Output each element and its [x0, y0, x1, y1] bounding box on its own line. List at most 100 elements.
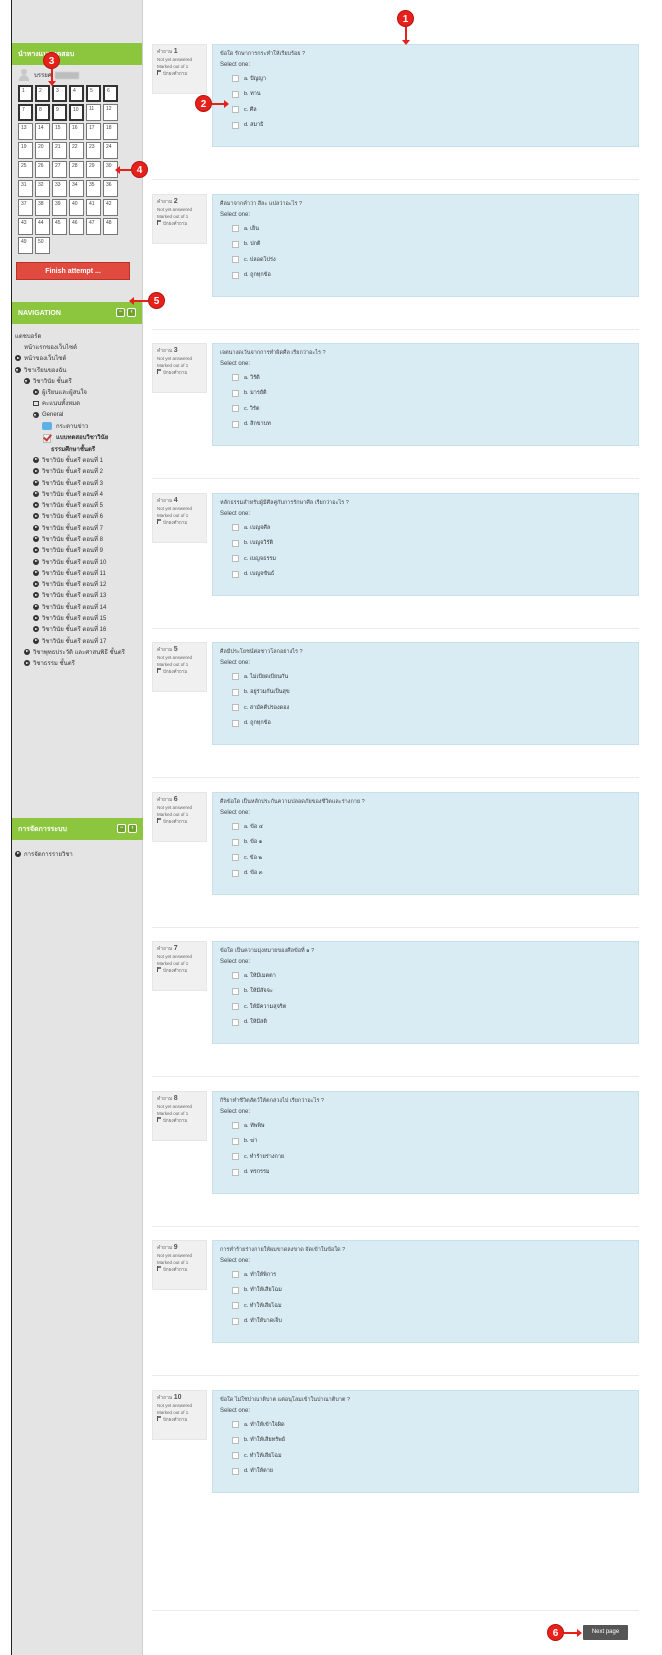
question-nav-button[interactable]: 32: [35, 180, 50, 197]
question-nav-button[interactable]: 5: [86, 85, 101, 102]
question-nav-button[interactable]: 9: [52, 104, 67, 121]
nav-item[interactable]: วิชาวินัย ชั้นตรี ตอนที่ 11: [15, 567, 142, 578]
answer-radio[interactable]: [232, 673, 239, 681]
answer-option[interactable]: a. ทัพพิษ: [220, 1118, 631, 1134]
answer-option[interactable]: d. ถูกทุกข้อ: [220, 268, 631, 284]
answer-radio[interactable]: [232, 1317, 239, 1325]
nav-item[interactable]: วิชาพุทธประวัติ และศาสนพิธี ชั้นตรี: [15, 646, 142, 657]
answer-radio[interactable]: [232, 374, 239, 382]
answer-option[interactable]: c. ทำร้ายร่างกาย: [220, 1149, 631, 1165]
answer-option[interactable]: b. เบญจวิรัติ: [220, 536, 631, 552]
nav-item[interactable]: วิชาวินัย ชั้นตรี ตอนที่ 15: [15, 612, 142, 623]
nav-item[interactable]: แบบทดสอบวิชาวินัย: [15, 432, 142, 444]
question-nav-button[interactable]: 29: [86, 161, 101, 178]
answer-radio[interactable]: [232, 121, 239, 129]
answer-radio[interactable]: [232, 1122, 239, 1130]
answer-radio[interactable]: [232, 1018, 239, 1026]
answer-option[interactable]: c. วิรัต: [220, 401, 631, 417]
question-nav-button[interactable]: 23: [86, 142, 101, 159]
question-nav-button[interactable]: 13: [18, 123, 33, 140]
answer-option[interactable]: b. ฆ่า: [220, 1134, 631, 1150]
answer-option[interactable]: d. สมาธิ: [220, 118, 631, 134]
answer-radio[interactable]: [232, 389, 239, 397]
nav-item[interactable]: วิชาวินัย ชั้นตรี ตอนที่ 6: [15, 511, 142, 522]
question-nav-button[interactable]: 48: [103, 218, 118, 235]
question-nav-button[interactable]: 4: [69, 85, 84, 102]
answer-radio[interactable]: [232, 539, 239, 547]
answer-option[interactable]: c. ให้มีความสุจริต: [220, 999, 631, 1015]
answer-option[interactable]: a. ปัญญา: [220, 71, 631, 87]
answer-option[interactable]: b. ทาน: [220, 87, 631, 103]
nav-item[interactable]: วิชาวินัย ชั้นตรี ตอนที่ 8: [15, 533, 142, 544]
answer-option[interactable]: d. ทำให้บาดเจ็บ: [220, 1314, 631, 1330]
nav-item[interactable]: วิชาวินัย ชั้นตรี ตอนที่ 4: [15, 488, 142, 499]
nav-item[interactable]: วิชาวินัย ชั้นตรี ตอนที่ 14: [15, 601, 142, 612]
question-nav-button[interactable]: 11: [86, 104, 101, 121]
answer-radio[interactable]: [232, 1286, 239, 1294]
answer-radio[interactable]: [232, 838, 239, 846]
question-nav-button[interactable]: 8: [35, 104, 50, 121]
nav-item[interactable]: ผู้เรียนและผู้สนใจ: [15, 386, 142, 397]
answer-option[interactable]: b. ข้อ ๑: [220, 835, 631, 851]
flag-question[interactable]: ปักธงคำถาม: [157, 519, 202, 526]
answer-radio[interactable]: [232, 987, 239, 995]
answer-radio[interactable]: [232, 225, 239, 233]
answer-radio[interactable]: [232, 1421, 239, 1429]
answer-radio[interactable]: [232, 256, 239, 264]
answer-radio[interactable]: [232, 420, 239, 428]
answer-option[interactable]: d. ถูกทุกข้อ: [220, 716, 631, 732]
answer-radio[interactable]: [232, 1452, 239, 1460]
question-nav-button[interactable]: 21: [52, 142, 67, 159]
nav-item[interactable]: ธรรมศึกษาชั้นตรี: [15, 443, 142, 454]
nav-item[interactable]: หน้าของเว็บไซต์: [15, 353, 142, 364]
answer-option[interactable]: c. ทำให้เสียโฉม: [220, 1298, 631, 1314]
question-nav-button[interactable]: 22: [69, 142, 84, 159]
flag-question[interactable]: ปักธงคำถาม: [157, 369, 202, 376]
question-nav-button[interactable]: 47: [86, 218, 101, 235]
answer-option[interactable]: b. มารยัติ: [220, 386, 631, 402]
answer-option[interactable]: c. สามัคคีปรองดอง: [220, 700, 631, 716]
question-nav-button[interactable]: 37: [18, 199, 33, 216]
nav-item[interactable]: วิชาวินัย ชั้นตรี ตอนที่ 9: [15, 545, 142, 556]
next-page-button[interactable]: Next page: [583, 1625, 628, 1640]
answer-radio[interactable]: [232, 106, 239, 114]
answer-option[interactable]: d. เบญจขันธ์: [220, 567, 631, 583]
answer-radio[interactable]: [232, 271, 239, 279]
question-nav-button[interactable]: 28: [69, 161, 84, 178]
answer-option[interactable]: a. เย็น: [220, 221, 631, 237]
answer-option[interactable]: b. ปกติ: [220, 237, 631, 253]
question-nav-button[interactable]: 1: [18, 85, 33, 102]
question-nav-button[interactable]: 36: [103, 180, 118, 197]
nav-item[interactable]: หน้าแรกของเว็บไซต์: [15, 341, 142, 352]
question-nav-button[interactable]: 45: [52, 218, 67, 235]
question-nav-button[interactable]: 38: [35, 199, 50, 216]
question-nav-button[interactable]: 26: [35, 161, 50, 178]
answer-option[interactable]: b. ทำให้เสียทรัพย์: [220, 1433, 631, 1449]
answer-option[interactable]: c. ศีล: [220, 102, 631, 118]
answer-radio[interactable]: [232, 1153, 239, 1161]
dock-icon[interactable]: ‹: [127, 308, 136, 317]
question-nav-button[interactable]: 41: [86, 199, 101, 216]
nav-item[interactable]: วิชาวินัย ชั้นตรี ตอนที่ 12: [15, 579, 142, 590]
question-nav-button[interactable]: 20: [35, 142, 50, 159]
answer-radio[interactable]: [232, 823, 239, 831]
question-nav-button[interactable]: 19: [18, 142, 33, 159]
answer-option[interactable]: c. เบญจธรรม: [220, 551, 631, 567]
admin-item-course[interactable]: การจัดการรายวิชา: [15, 848, 143, 859]
answer-option[interactable]: d. สิกขาบท: [220, 417, 631, 433]
answer-radio[interactable]: [232, 688, 239, 696]
answer-option[interactable]: d. ข้อ ๓: [220, 866, 631, 882]
flag-question[interactable]: ปักธงคำถาม: [157, 1266, 202, 1273]
question-nav-button[interactable]: 33: [52, 180, 67, 197]
question-nav-button[interactable]: 43: [18, 218, 33, 235]
answer-radio[interactable]: [232, 1168, 239, 1176]
question-nav-button[interactable]: 34: [69, 180, 84, 197]
answer-radio[interactable]: [232, 75, 239, 83]
question-nav-button[interactable]: 40: [69, 199, 84, 216]
answer-option[interactable]: a. ทำให้พิการ: [220, 1267, 631, 1283]
answer-option[interactable]: b. อยู่ร่วมกันเป็นสุข: [220, 685, 631, 701]
answer-option[interactable]: d. ทรกรรม: [220, 1165, 631, 1181]
answer-radio[interactable]: [232, 1302, 239, 1310]
nav-item[interactable]: วิชาวินัย ชั้นตรี ตอนที่ 13: [15, 590, 142, 601]
flag-question[interactable]: ปักธงคำถาม: [157, 668, 202, 675]
